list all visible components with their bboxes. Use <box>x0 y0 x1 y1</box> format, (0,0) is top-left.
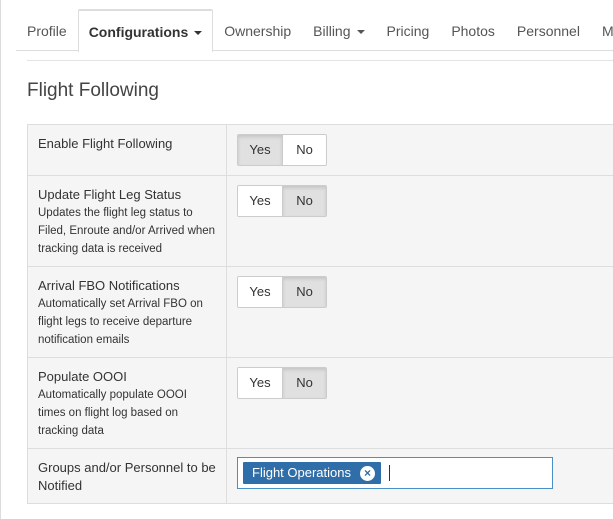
setting-value-cell: Flight Operations × <box>227 449 613 503</box>
setting-label: Arrival FBO Notifications <box>38 278 180 293</box>
yes-no-toggle: Yes No <box>237 134 327 166</box>
tab-pricing[interactable]: Pricing <box>376 9 441 51</box>
no-button[interactable]: No <box>282 135 326 165</box>
setting-label: Enable Flight Following <box>38 136 173 151</box>
settings-row-enable-flight-following: Enable Flight Following Yes No <box>27 125 613 176</box>
tab-ownership[interactable]: Ownership <box>213 9 302 51</box>
caret-down-icon <box>356 30 365 35</box>
settings-table: Enable Flight Following Yes No Update Fl… <box>27 124 613 504</box>
setting-value-cell: Yes No <box>227 267 613 357</box>
setting-label: Populate OOOI <box>38 369 127 384</box>
settings-row-arrival-fbo-notifications: Arrival FBO Notifications Automatically … <box>27 267 613 358</box>
tab-label: Ownership <box>224 23 292 39</box>
setting-label: Groups and/or Personnel to be Notified <box>38 460 216 493</box>
setting-description: Updates the flight leg status to Filed, … <box>38 207 216 255</box>
divider <box>27 60 613 61</box>
setting-description: Automatically populate OOOI times on fli… <box>38 389 187 437</box>
setting-label: Update Flight Leg Status <box>38 187 182 202</box>
setting-value-cell: Yes No <box>227 125 613 175</box>
tab-label: Billing <box>313 23 351 39</box>
yes-button[interactable]: Yes <box>238 135 282 165</box>
tab-label: Profile <box>27 23 67 39</box>
setting-label-cell: Populate OOOI Automatically populate OOO… <box>27 358 227 448</box>
tab-profile[interactable]: Profile <box>16 9 78 51</box>
setting-value-cell: Yes No <box>227 176 613 266</box>
tab-personnel[interactable]: Personnel <box>506 9 591 51</box>
caret-down-icon <box>194 31 203 36</box>
no-button[interactable]: No <box>282 368 326 398</box>
tab-photos[interactable]: Photos <box>440 9 506 51</box>
content-panel: Profile Configurations Ownership Billing… <box>0 0 613 519</box>
tag-chip: Flight Operations × <box>243 462 381 484</box>
tab-label: Pricing <box>386 23 430 39</box>
setting-description: Automatically set Arrival FBO on flight … <box>38 298 203 346</box>
tab-configurations[interactable]: Configurations <box>77 9 214 52</box>
yes-no-toggle: Yes No <box>237 276 327 308</box>
no-button[interactable]: No <box>282 277 326 307</box>
tab-label: Configurations <box>88 24 189 40</box>
setting-label-cell: Arrival FBO Notifications Automatically … <box>27 267 227 357</box>
setting-value-cell: Yes No <box>227 358 613 448</box>
yes-no-toggle: Yes No <box>237 185 327 217</box>
section-title: Flight Following <box>27 80 159 101</box>
tab-more[interactable]: M <box>591 9 613 51</box>
settings-row-notify-personnel: Groups and/or Personnel to be Notified F… <box>27 449 613 504</box>
personnel-tag-input[interactable]: Flight Operations × <box>237 457 553 489</box>
yes-button[interactable]: Yes <box>238 368 282 398</box>
yes-button[interactable]: Yes <box>238 186 282 216</box>
settings-row-update-flight-leg-status: Update Flight Leg Status Updates the fli… <box>27 176 613 267</box>
text-cursor <box>389 465 390 481</box>
remove-tag-icon[interactable]: × <box>360 465 375 481</box>
tab-label: Personnel <box>516 23 580 39</box>
yes-button[interactable]: Yes <box>238 277 282 307</box>
no-button[interactable]: No <box>282 186 326 216</box>
tab-label: M <box>601 23 613 39</box>
setting-label-cell: Update Flight Leg Status Updates the fli… <box>27 176 227 266</box>
tab-bar: Profile Configurations Ownership Billing… <box>16 9 613 52</box>
yes-no-toggle: Yes No <box>237 367 327 399</box>
settings-row-populate-oooi: Populate OOOI Automatically populate OOO… <box>27 358 613 449</box>
tag-label: Flight Operations <box>252 465 351 480</box>
tab-billing[interactable]: Billing <box>302 9 375 51</box>
tab-label: Photos <box>451 23 495 39</box>
setting-label-cell: Groups and/or Personnel to be Notified <box>27 449 227 503</box>
setting-label-cell: Enable Flight Following <box>27 125 227 175</box>
